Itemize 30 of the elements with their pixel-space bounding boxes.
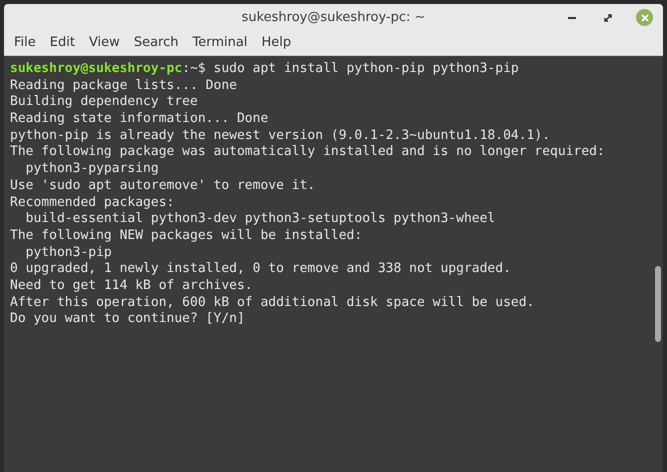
- maximize-icon: [604, 14, 612, 22]
- output-line: python3-pip: [24, 244, 112, 262]
- output-line: Reading state information... Done: [10, 111, 268, 128]
- output-line: build-essential python3-dev python3-setuptools python3-wheel: [24, 211, 496, 228]
- close-icon: [640, 14, 648, 22]
- output-line: After this operation, 600 kB of additional disk space will be used.: [10, 294, 534, 312]
- prompt-path: ~$: [190, 61, 206, 78]
- menu-item[interactable]: Edit: [46, 33, 79, 53]
- output-line: Building dependency tree: [10, 94, 198, 112]
- output-line: Reading package lists... Done: [10, 78, 237, 94]
- output-line: The following NEW packages will be installed:: [10, 228, 362, 245]
- scrollbar[interactable]: [655, 266, 661, 342]
- output-line: 0 upgraded, 1 newly installed, 0 to remove and 338 not upgraded.: [10, 261, 511, 278]
- output-line: Need to get 114 kB of archives.: [10, 278, 253, 295]
- minimize-icon: [568, 16, 576, 18]
- menu-item[interactable]: View: [84, 33, 124, 53]
- command-text: sudo apt install python-pip python3-pip: [212, 61, 519, 78]
- output-line: The following package was automatically installed and is no longer required:: [10, 144, 605, 162]
- prompt-user-host: sukeshroy@sukeshroy-pc: [10, 61, 182, 78]
- prompt-separator: :: [182, 61, 190, 78]
- output-line: Recommended packages:: [10, 194, 174, 212]
- output-line: python-pip is already the newest version (9.0.1-2.3~ubuntu1.18.04.1).: [10, 128, 550, 144]
- menu-item[interactable]: File: [10, 33, 40, 53]
- output-line: Use 'sudo apt autoremove' to remove it.: [10, 178, 316, 194]
- window-title: sukeshroy@sukeshroy-pc: ~: [242, 8, 426, 27]
- menu-item[interactable]: Help: [257, 33, 296, 53]
- menu-item[interactable]: Search: [130, 33, 182, 53]
- menu-item[interactable]: Terminal: [188, 33, 252, 53]
- output-line: Do you want to continue? [Y/n]: [10, 311, 245, 328]
- output-line: python3-pyparsing: [24, 161, 159, 178]
